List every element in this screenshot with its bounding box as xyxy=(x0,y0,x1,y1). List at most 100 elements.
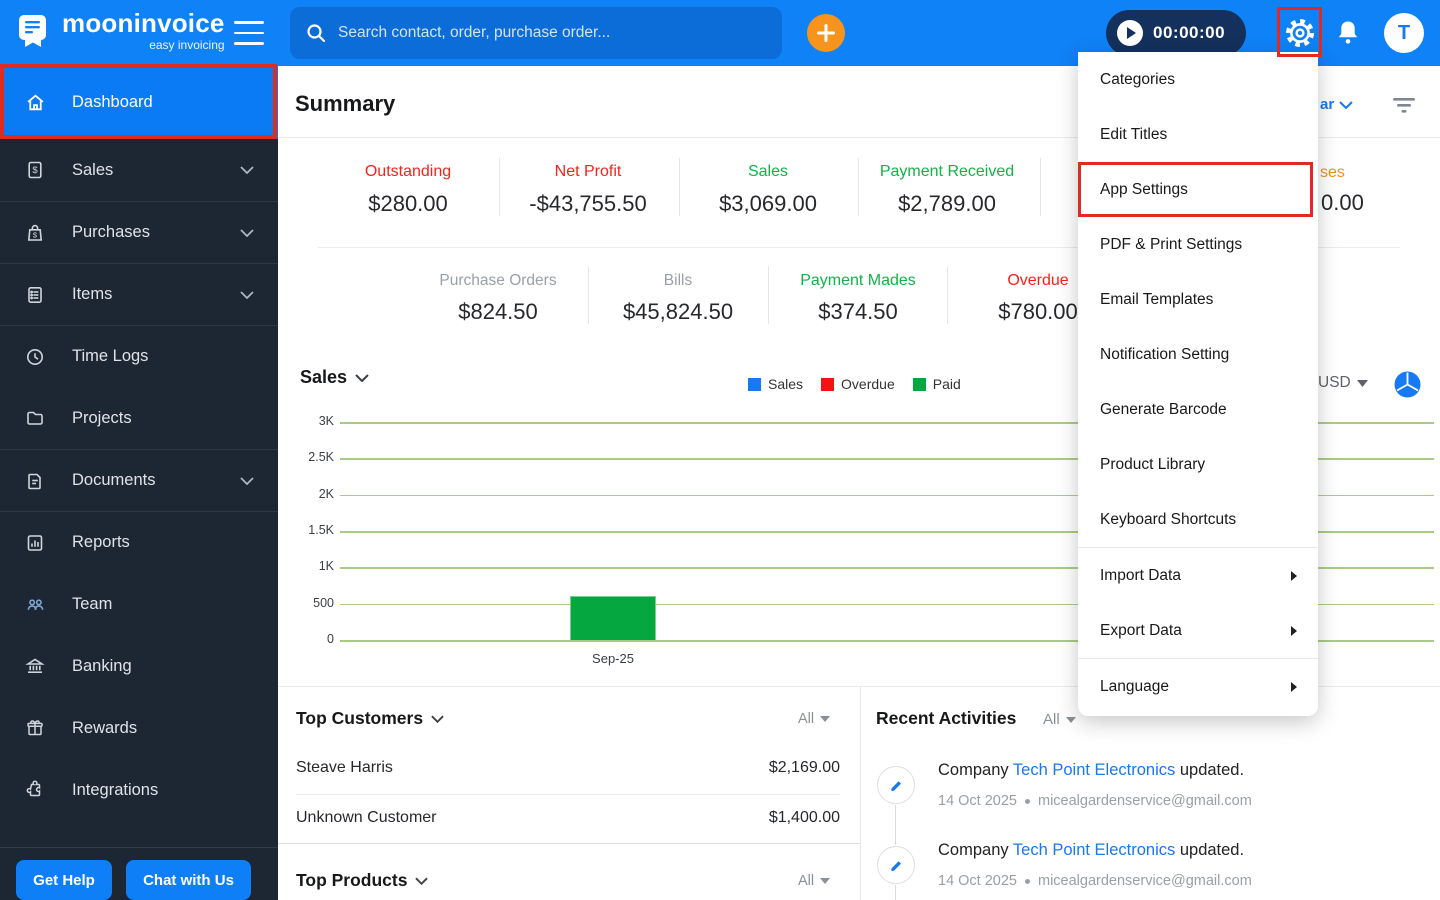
top-products-filter[interactable]: All xyxy=(798,873,831,889)
menu-item-edit-titles[interactable]: Edit Titles xyxy=(1078,107,1318,162)
timer-widget[interactable]: 00:00:00 xyxy=(1106,10,1246,56)
menu-item-notification-setting[interactable]: Notification Setting xyxy=(1078,327,1318,382)
chevron-down-icon xyxy=(240,228,254,237)
triangle-down-icon xyxy=(820,878,831,884)
quick-add-button[interactable] xyxy=(807,14,845,52)
divider xyxy=(499,158,500,216)
sidebar-item-label: Documents xyxy=(72,471,156,489)
x-axis-label: Sep-25 xyxy=(592,651,634,666)
menu-item-categories[interactable]: Categories xyxy=(1078,52,1318,107)
global-search[interactable] xyxy=(290,7,782,59)
company-link[interactable]: Tech Point Electronics xyxy=(1013,841,1175,859)
menu-item-email-templates[interactable]: Email Templates xyxy=(1078,272,1318,327)
hamburger-menu-icon[interactable] xyxy=(234,21,264,45)
divider xyxy=(296,794,840,795)
divider xyxy=(278,843,860,844)
filter-icon[interactable] xyxy=(1392,96,1416,119)
sidebar-item-label: Integrations xyxy=(72,780,159,799)
metric-value: $280.00 xyxy=(368,191,448,216)
activity-text: Company Tech Point Electronics updated. xyxy=(938,761,1245,779)
metric-label: Overdue xyxy=(1007,272,1069,289)
notifications-bell-icon[interactable] xyxy=(1330,14,1366,52)
clock-icon xyxy=(24,346,46,368)
chart-title-dropdown[interactable]: Sales xyxy=(300,367,369,388)
y-tick: 2.5K xyxy=(308,450,334,464)
get-help-button[interactable]: Get Help xyxy=(16,860,112,900)
menu-item-product-library[interactable]: Product Library xyxy=(1078,437,1318,492)
menu-item-export-data[interactable]: Export Data xyxy=(1078,603,1318,658)
moon-invoice-dashboard: Summary ar Outstanding $280.00 Net Profi… xyxy=(0,0,1440,900)
sidebar-item-sales[interactable]: $ Sales xyxy=(0,139,278,201)
activity-text: Company Tech Point Electronics updated. xyxy=(938,841,1245,859)
sidebar-item-dashboard[interactable]: Dashboard xyxy=(0,66,278,139)
currency-selector[interactable]: USD xyxy=(1318,374,1368,392)
edit-activity-icon[interactable] xyxy=(877,766,915,804)
top-customers-filter[interactable]: All xyxy=(798,711,831,727)
period-selector[interactable]: ar xyxy=(1320,96,1353,113)
bank-icon xyxy=(24,655,46,677)
sidebar-item-items[interactable]: Items xyxy=(0,263,278,325)
bar-chart-icon xyxy=(24,532,46,554)
search-icon xyxy=(307,24,326,43)
edit-activity-icon[interactable] xyxy=(877,846,915,884)
recent-activities-filter[interactable]: All xyxy=(1043,711,1076,728)
sidebar-item-documents[interactable]: Documents xyxy=(0,449,278,511)
menu-item-app-settings[interactable]: App Settings xyxy=(1078,162,1318,217)
search-input[interactable] xyxy=(338,24,766,42)
paid-bar[interactable] xyxy=(570,596,656,640)
top-products-title[interactable]: Top Products xyxy=(296,870,429,891)
customer-name[interactable]: Steave Harris xyxy=(296,759,393,777)
divider xyxy=(858,158,859,216)
customer-amount: $2,169.00 xyxy=(768,759,840,776)
plus-icon xyxy=(817,24,835,42)
arrow-right-icon xyxy=(1290,570,1298,582)
brand-tagline: easy invoicing xyxy=(149,38,225,52)
sidebar-item-label: Dashboard xyxy=(72,93,153,111)
puzzle-icon xyxy=(24,779,46,801)
menu-item-import-data[interactable]: Import Data xyxy=(1078,548,1318,603)
chevron-down-icon xyxy=(240,290,254,299)
legend-swatch-sales xyxy=(748,377,761,391)
menu-item-pdf-print-settings[interactable]: PDF & Print Settings xyxy=(1078,217,1318,272)
recent-activities-title: Recent Activities xyxy=(876,708,1017,728)
menu-item-language[interactable]: Language xyxy=(1078,659,1318,714)
metric-value: $3,069.00 xyxy=(719,191,817,216)
company-link[interactable]: Tech Point Electronics xyxy=(1013,761,1175,779)
sidebar-item-label: Sales xyxy=(72,160,114,179)
arrow-right-icon xyxy=(1290,625,1298,637)
sidebar-item-reports[interactable]: Reports xyxy=(0,511,278,573)
sidebar-item-rewards[interactable]: Rewards xyxy=(0,697,278,759)
sidebar-item-time-logs[interactable]: Time Logs xyxy=(0,325,278,387)
sidebar-item-integrations[interactable]: Integrations xyxy=(0,759,278,821)
chevron-down-icon xyxy=(240,476,254,485)
sidebar-item-team[interactable]: Team xyxy=(0,573,278,635)
top-customers-title[interactable]: Top Customers xyxy=(296,708,444,729)
metric-value: $824.50 xyxy=(458,299,538,324)
chevron-down-icon xyxy=(1339,100,1353,109)
metric-label: Bills xyxy=(663,272,693,289)
sidebar-item-purchases[interactable]: $ Purchases xyxy=(0,201,278,263)
sidebar-item-banking[interactable]: Banking xyxy=(0,635,278,697)
customer-name[interactable]: Unknown Customer xyxy=(296,809,437,827)
people-icon xyxy=(24,593,46,615)
divider xyxy=(679,158,680,216)
user-avatar[interactable]: T xyxy=(1384,13,1424,53)
triangle-down-icon xyxy=(1065,716,1076,723)
menu-item-generate-barcode[interactable]: Generate Barcode xyxy=(1078,382,1318,437)
timeline-connector xyxy=(895,885,896,900)
pencil-icon xyxy=(890,780,901,791)
sidebar-item-label: Team xyxy=(72,594,113,613)
app-logo[interactable]: mooninvoice easy invoicing xyxy=(14,10,225,51)
svg-text:$: $ xyxy=(32,165,38,176)
pie-chart-icon[interactable] xyxy=(1394,371,1421,403)
settings-gear-icon[interactable] xyxy=(1281,12,1319,54)
list-icon xyxy=(24,284,46,306)
chat-with-us-button[interactable]: Chat with Us xyxy=(126,860,251,900)
metric-label: Outstanding xyxy=(364,163,452,180)
home-icon xyxy=(24,92,46,114)
arrow-right-icon xyxy=(1290,681,1298,693)
timeline-connector xyxy=(895,805,896,845)
sidebar-item-projects[interactable]: Projects xyxy=(0,387,278,449)
divider xyxy=(1040,158,1041,216)
menu-item-keyboard-shortcuts[interactable]: Keyboard Shortcuts xyxy=(1078,492,1318,547)
